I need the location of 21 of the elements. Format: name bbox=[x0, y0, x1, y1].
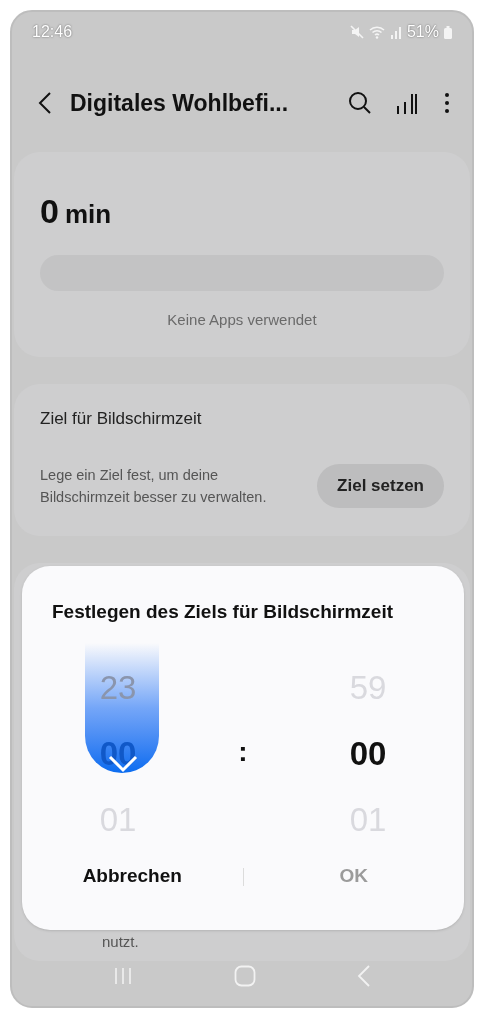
card-text: nutzt. bbox=[101, 931, 140, 952]
goal-title: Ziel für Bildschirmzeit bbox=[40, 408, 203, 430]
mute-icon bbox=[349, 25, 364, 39]
more-options-icon[interactable] bbox=[444, 92, 450, 114]
usage-unit: min bbox=[64, 198, 112, 231]
empty-message: Keine Apps verwendet bbox=[166, 310, 318, 330]
dialog-title: Festlegen des Ziels für Bildschirmzeit bbox=[51, 600, 395, 624]
page-title: Digitales Wohlbefi... bbox=[70, 88, 289, 118]
goal-description: Lege ein Ziel fest, um deine Bildschirmzeit besser zu verwalten. bbox=[40, 465, 268, 507]
usage-value: 0 bbox=[40, 191, 59, 232]
set-goal-button[interactable]: Ziel setzen bbox=[317, 463, 444, 508]
minute-selected[interactable]: 00 bbox=[349, 720, 387, 787]
bar-chart-icon[interactable] bbox=[396, 92, 418, 114]
search-icon[interactable] bbox=[348, 91, 372, 115]
hour-option[interactable]: 23 bbox=[99, 654, 137, 721]
dialog-button[interactable]: Abbrechen bbox=[76, 856, 188, 897]
signal-icon bbox=[389, 25, 402, 39]
battery-icon bbox=[444, 25, 452, 39]
time-separator: : bbox=[237, 734, 249, 769]
wifi-icon bbox=[368, 25, 385, 39]
back-icon[interactable] bbox=[38, 91, 52, 115]
